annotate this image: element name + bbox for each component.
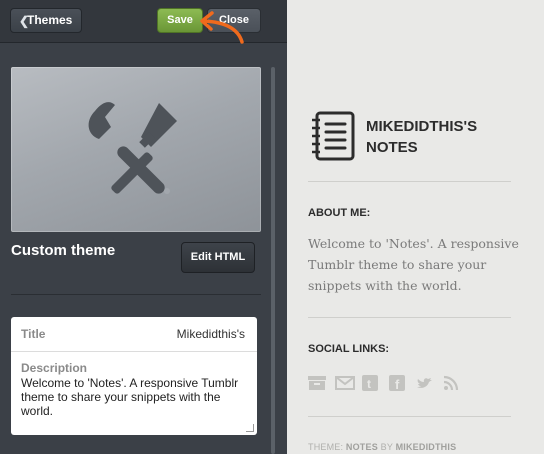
customize-toolbar: ❮ Themes Save Close (0, 0, 287, 44)
title-field-input[interactable]: Mikedidthis's (177, 327, 245, 341)
description-textarea[interactable]: Welcome to 'Notes'. A responsive Tumblr … (21, 376, 251, 418)
resize-handle-icon[interactable] (246, 424, 254, 432)
credit-prefix: THEME: (308, 442, 346, 452)
theme-credit: THEME: NOTES BY MIKEDIDTHIS (308, 442, 456, 452)
about-text: Welcome to 'Notes'. A responsive Tumblr … (308, 236, 519, 293)
about-heading: ABOUT ME: (308, 207, 371, 219)
panel-scrollbar[interactable] (271, 67, 275, 454)
preview-divider (308, 181, 511, 182)
annotation-arrow-icon (200, 11, 244, 44)
themes-button-label: Themes (27, 13, 73, 27)
blog-preview: MIKEDIDTHIS'S NOTES ABOUT ME: Welcome to… (287, 0, 544, 454)
description-field-label: Description (21, 361, 88, 375)
svg-text:f: f (395, 377, 400, 391)
blog-title-line1: MIKEDIDTHIS'S (366, 118, 478, 135)
blog-title-line2: NOTES (366, 139, 418, 156)
mail-icon[interactable] (335, 375, 362, 393)
notebook-icon (312, 111, 355, 161)
preview-divider (308, 416, 511, 417)
customize-panel: ❮ Themes Save Close Custom theme Edit HT… (0, 0, 287, 454)
credit-by: BY (377, 442, 396, 452)
theme-name: Custom theme (11, 242, 116, 259)
credit-author-link[interactable]: MIKEDIDTHIS (396, 442, 457, 452)
svg-text:t: t (367, 377, 371, 391)
theme-fields-box: Title Mikedidthis's Description Welcome … (11, 317, 257, 435)
preview-divider (308, 317, 511, 318)
theme-thumbnail (11, 67, 261, 232)
title-field-label: Title (21, 327, 46, 341)
archive-icon[interactable] (308, 375, 335, 393)
twitter-icon[interactable] (416, 375, 443, 393)
chevron-left-icon: ❮ (19, 14, 30, 28)
rss-icon[interactable] (443, 375, 470, 393)
social-heading: SOCIAL LINKS: (308, 343, 390, 355)
credit-theme-link[interactable]: NOTES (346, 442, 378, 452)
edit-html-button[interactable]: Edit HTML (181, 242, 255, 273)
panel-divider (11, 294, 261, 295)
themes-back-button[interactable]: ❮ Themes (10, 8, 82, 33)
social-links: t f (308, 375, 470, 393)
fields-divider (11, 351, 257, 352)
facebook-icon[interactable]: f (389, 375, 416, 393)
blog-title: MIKEDIDTHIS'S NOTES (366, 116, 541, 158)
tools-icon (88, 102, 177, 194)
tumblr-icon[interactable]: t (362, 375, 389, 393)
